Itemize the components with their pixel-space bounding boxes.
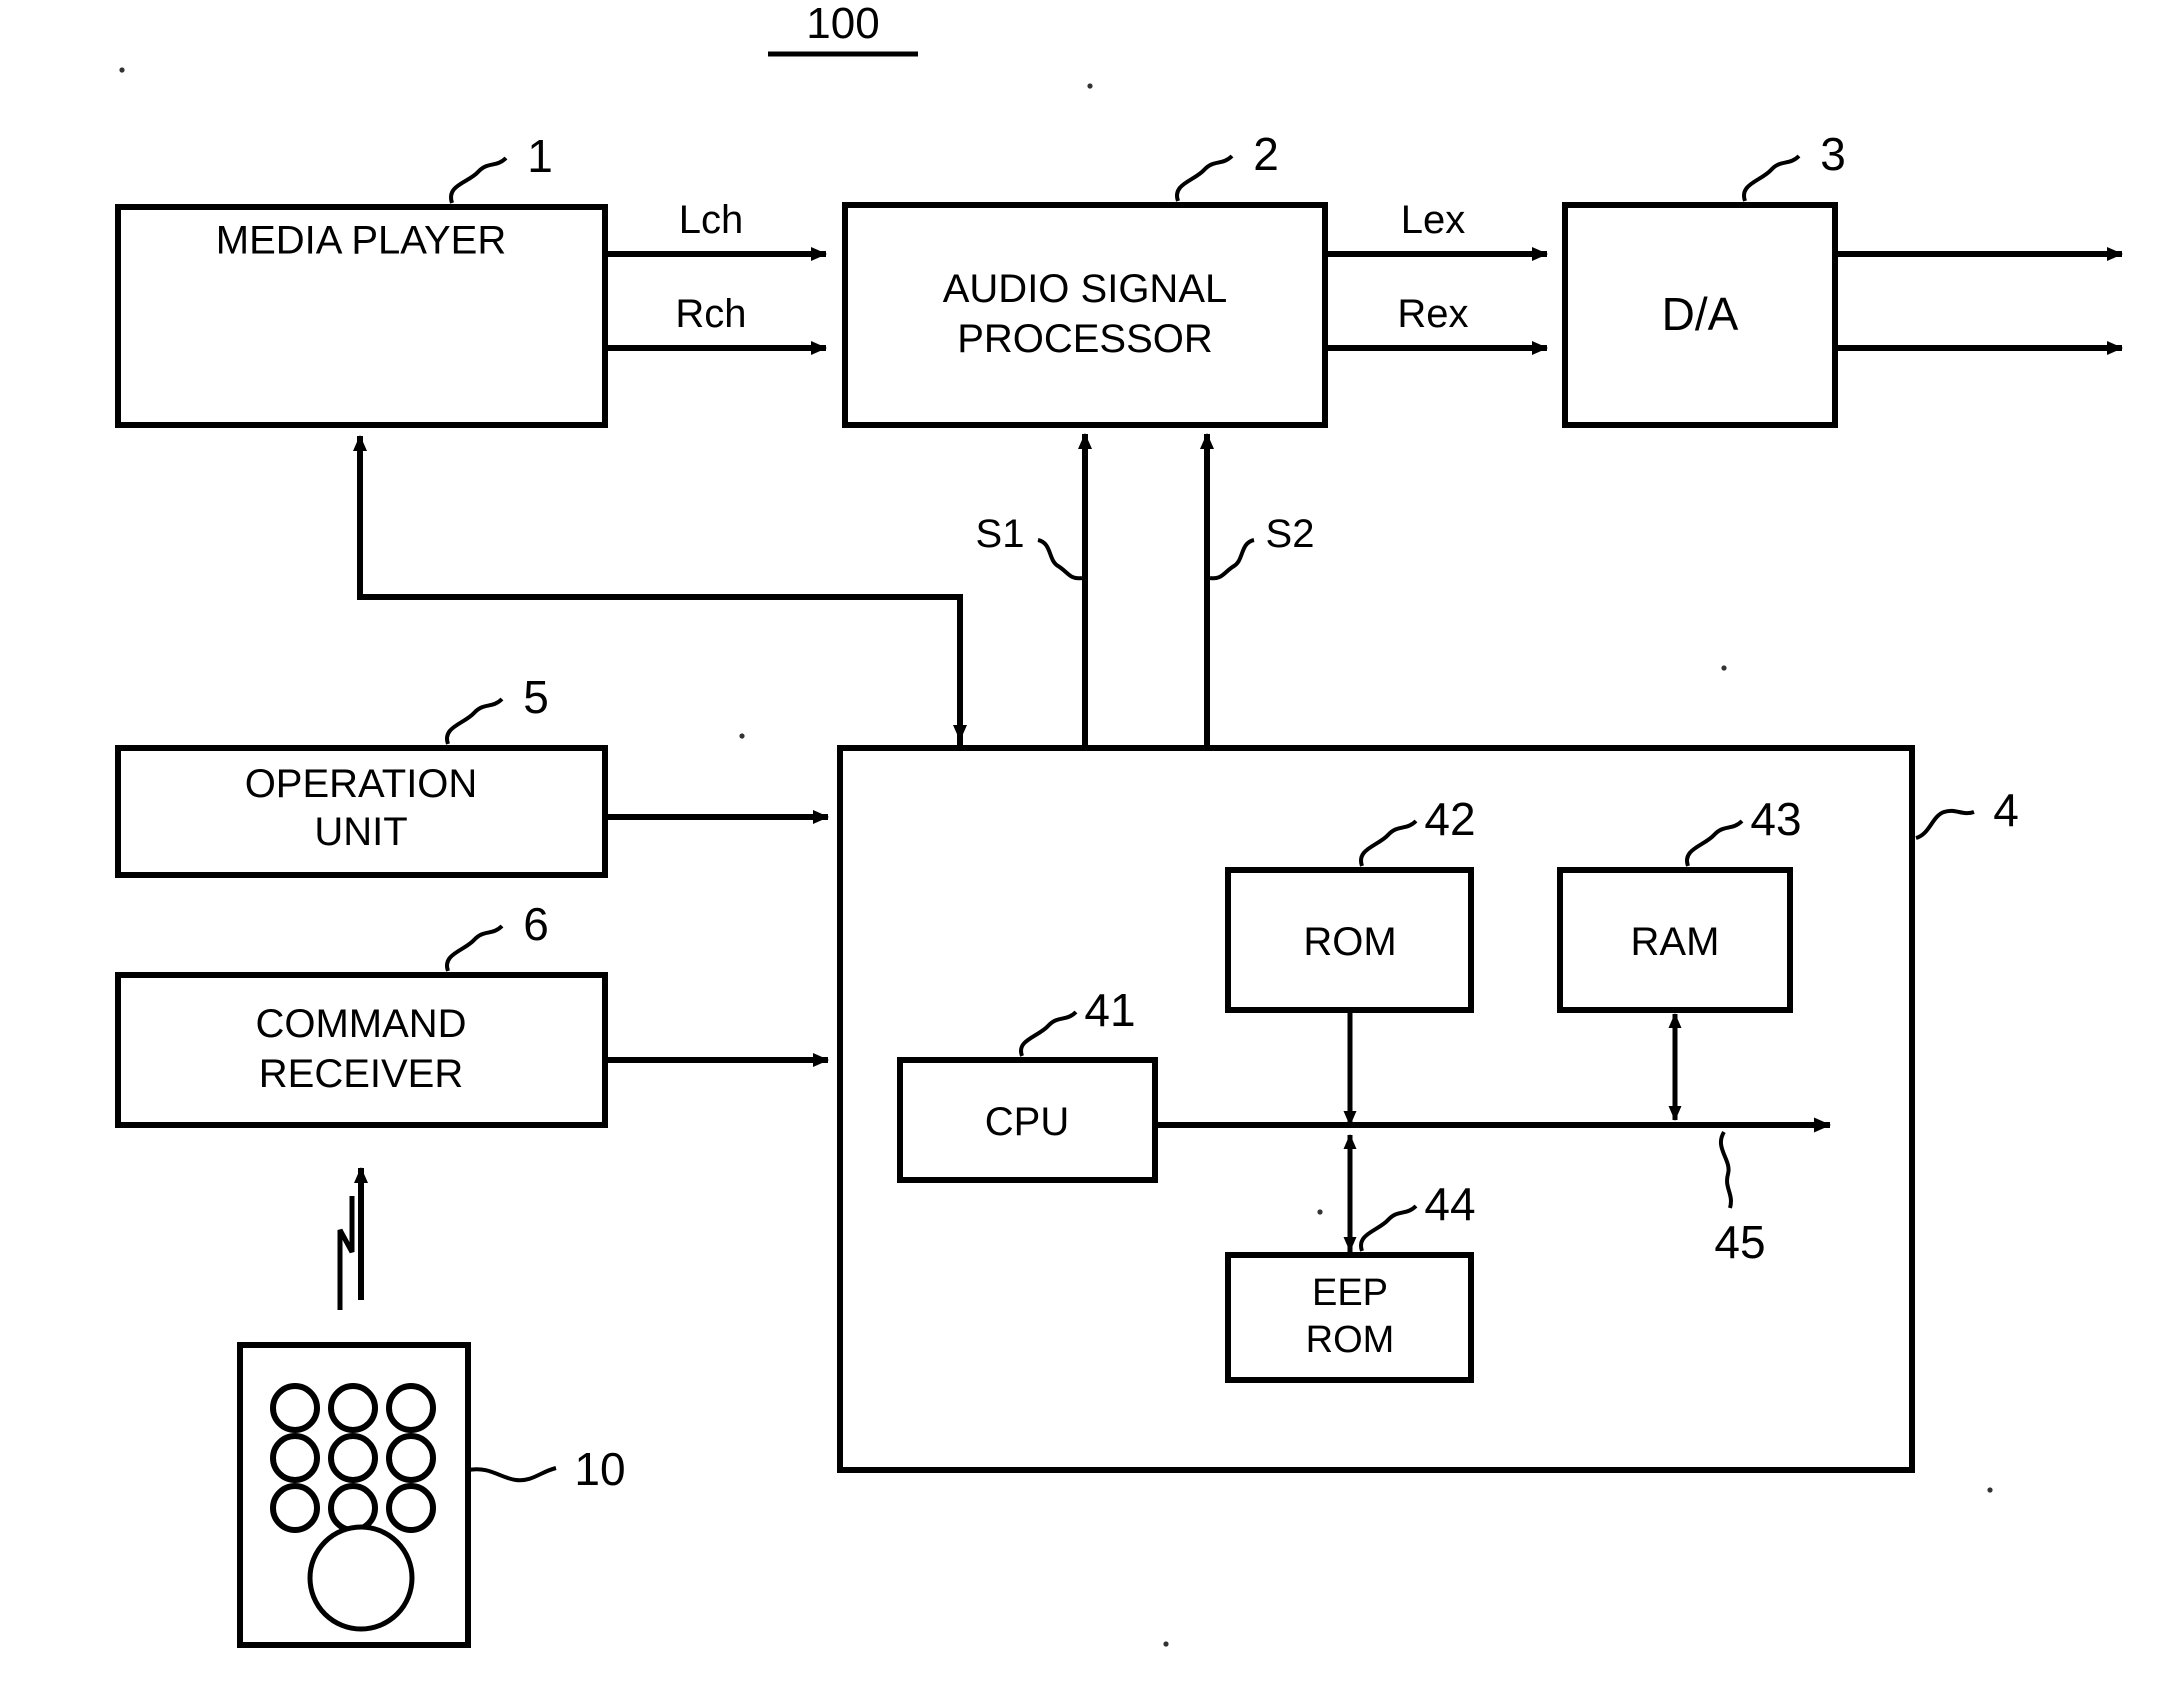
ref-number-41: 41 [1084,984,1135,1036]
cpu-label: CPU [985,1100,1069,1144]
signal-path-s1: S1 [976,433,1092,748]
audio-signal-processor-label-line1: AUDIO SIGNAL [943,267,1228,311]
feedback-path-microcomputer-to-media-player [353,435,963,745]
remote-button-5[interactable] [328,1433,378,1483]
block-media-player[interactable]: MEDIA PLAYER [115,204,608,428]
signal-label-rex: Rex [1397,292,1468,336]
signal-path-lex: Lex [1325,198,1548,261]
remote-button-4[interactable] [270,1433,320,1483]
block-da-converter[interactable]: D/A [1562,202,1838,428]
ref-number-6: 6 [523,898,549,950]
block-audio-signal-processor[interactable]: AUDIO SIGNAL PROCESSOR [842,202,1328,428]
block-command-receiver[interactable]: COMMAND RECEIVER [115,972,608,1128]
remote-button-3[interactable] [386,1383,436,1433]
figure-sheet: 100 MEDIA PLAYER 1 AUDIO SIGNAL PROCESSO… [0,0,2167,1699]
signal-path-rch: Rch [605,292,827,355]
ref-number-44: 44 [1424,1178,1475,1230]
remote-button-8[interactable] [328,1483,378,1533]
ir-link-remote-to-receiver [337,1167,368,1310]
remote-button-2[interactable] [328,1383,378,1433]
ref-callout-3: 3 [1742,128,1846,202]
figure-title-text: 100 [806,0,879,48]
ref-number-2: 2 [1253,128,1279,180]
ref-callout-2: 2 [1175,128,1279,202]
signal-label-lch: Lch [679,198,744,242]
audio-signal-processor-box[interactable] [842,202,1328,428]
signal-label-s2: S2 [1266,512,1315,556]
remote-button-1[interactable] [270,1383,320,1433]
command-receiver-box[interactable] [115,972,608,1128]
remote-button-9[interactable] [386,1483,436,1533]
remote-control[interactable] [237,1342,471,1648]
block-rom[interactable]: ROM [1225,867,1474,1013]
figure-title: 100 [768,0,918,57]
operation-unit-label-line2: UNIT [314,810,407,854]
signal-label-s1: S1 [976,512,1025,556]
ref-number-43: 43 [1750,793,1801,845]
ref-callout-5: 5 [445,671,549,745]
da-converter-label: D/A [1662,288,1739,340]
remote-button-7[interactable] [270,1483,320,1533]
ref-callout-6: 6 [445,898,549,972]
signal-path-lch: Lch [605,198,827,261]
block-operation-unit[interactable]: OPERATION UNIT [115,745,608,878]
ref-number-42: 42 [1424,793,1475,845]
ref-number-3: 3 [1820,128,1846,180]
ram-label: RAM [1631,920,1720,964]
block-cpu[interactable]: CPU [897,1057,1158,1183]
eeprom-label-line1: EEP [1312,1272,1388,1314]
eeprom-label-line2: ROM [1306,1319,1395,1361]
ref-callout-4: 4 [1915,784,2019,840]
block-eeprom[interactable]: EEP ROM [1225,1252,1474,1383]
ref-callout-10: 10 [467,1443,626,1495]
ref-number-5: 5 [523,671,549,723]
media-player-label: MEDIA PLAYER [216,219,506,263]
rom-label: ROM [1303,920,1396,964]
command-receiver-label-line1: COMMAND [255,1002,466,1046]
signal-label-lex: Lex [1401,198,1466,242]
block-ram[interactable]: RAM [1557,867,1793,1013]
command-receiver-label-line2: RECEIVER [259,1052,464,1096]
signal-path-s2: S2 [1200,433,1315,748]
remote-button-6[interactable] [386,1433,436,1483]
signal-path-rex: Rex [1325,292,1548,355]
ref-number-4: 4 [1993,784,2019,836]
operation-unit-label-line1: OPERATION [245,762,478,806]
ref-callout-1: 1 [449,130,553,204]
signal-label-rch: Rch [675,292,746,336]
remote-button-main[interactable] [307,1524,415,1632]
ref-number-1: 1 [527,130,553,182]
audio-signal-processor-label-line2: PROCESSOR [957,317,1213,361]
ref-number-45: 45 [1714,1216,1765,1268]
ref-number-10: 10 [574,1443,625,1495]
